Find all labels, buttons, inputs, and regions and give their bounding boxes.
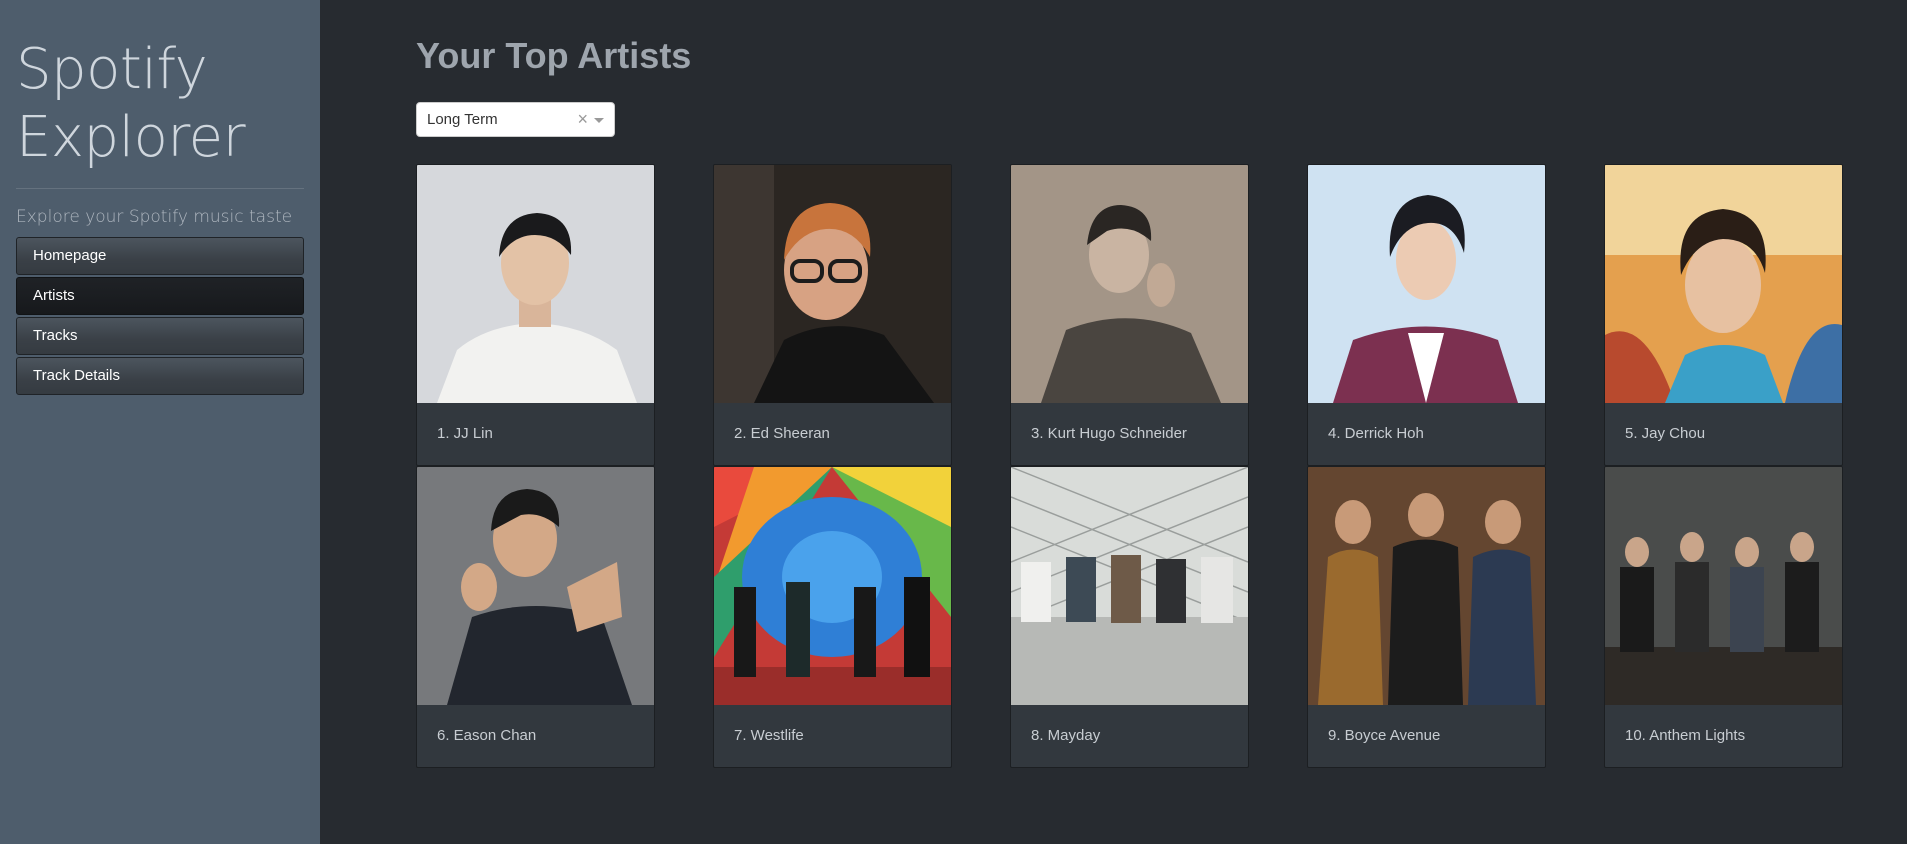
nav-item-artists[interactable]: Artists	[16, 277, 304, 315]
artist-card[interactable]: 9. Boyce Avenue	[1307, 466, 1546, 768]
term-select-value: Long Term	[427, 111, 498, 128]
tagline: Explore your Spotify music taste	[16, 207, 293, 227]
artist-card[interactable]: 5. Jay Chou	[1604, 164, 1843, 466]
term-select[interactable]: Long Term ×	[416, 102, 615, 137]
artist-card[interactable]: 1. JJ Lin	[416, 164, 655, 466]
artist-name: 9. Boyce Avenue	[1328, 727, 1441, 744]
artist-card[interactable]: 10. Anthem Lights	[1604, 466, 1843, 768]
artist-name: 4. Derrick Hoh	[1328, 425, 1424, 442]
artist-photo	[1605, 467, 1842, 705]
app-brand: Spotify Explorer	[16, 0, 304, 172]
close-icon[interactable]: ×	[577, 109, 588, 129]
nav-item-tracks[interactable]: Tracks	[16, 317, 304, 355]
sidebar-divider	[16, 188, 304, 189]
artist-name: 10. Anthem Lights	[1625, 727, 1746, 744]
artist-card[interactable]: 2. Ed Sheeran	[713, 164, 952, 466]
chevron-down-icon[interactable]	[594, 118, 604, 123]
artist-card[interactable]: 3. Kurt Hugo Schneider	[1010, 164, 1249, 466]
artist-photo	[1011, 165, 1248, 403]
sidebar: Spotify Explorer Explore your Spotify mu…	[0, 0, 320, 844]
artist-photo	[417, 467, 654, 705]
artist-photo	[1308, 467, 1545, 705]
artist-name: 5. Jay Chou	[1625, 425, 1706, 442]
artist-name: 7. Westlife	[734, 727, 804, 744]
artist-photo	[1308, 165, 1545, 403]
nav-item-homepage[interactable]: Homepage	[16, 237, 304, 275]
artist-card[interactable]: 4. Derrick Hoh	[1307, 164, 1546, 466]
sidebar-nav: Homepage Artists Tracks Track Details	[16, 237, 304, 395]
brand-line-1: Spotify	[16, 37, 208, 102]
artist-photo	[714, 165, 951, 403]
main-content: Your Top Artists Long Term × 1. JJ Lin 2…	[416, 0, 1846, 768]
app-window: Spotify Explorer Explore your Spotify mu…	[0, 0, 1907, 844]
artist-name: 2. Ed Sheeran	[734, 425, 830, 442]
brand-line-2: Explorer	[16, 105, 246, 170]
artist-photo	[1605, 165, 1842, 403]
nav-item-track-details[interactable]: Track Details	[16, 357, 304, 395]
artist-card[interactable]: 8. Mayday	[1010, 466, 1249, 768]
artist-photo	[1011, 467, 1248, 705]
artist-photo	[417, 165, 654, 403]
artist-photo	[714, 467, 951, 705]
artist-name: 1. JJ Lin	[437, 425, 493, 442]
artist-name: 8. Mayday	[1031, 727, 1101, 744]
artist-card[interactable]: 6. Eason Chan	[416, 466, 655, 768]
artist-card[interactable]: 7. Westlife	[713, 466, 952, 768]
page-title: Your Top Artists	[416, 35, 692, 76]
artist-name: 6. Eason Chan	[437, 727, 537, 744]
artist-name: 3. Kurt Hugo Schneider	[1031, 425, 1187, 442]
